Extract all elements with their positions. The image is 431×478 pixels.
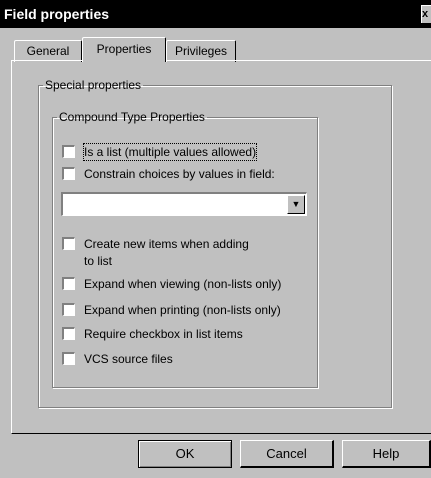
ok-button[interactable]: OK bbox=[138, 440, 232, 468]
compound-type-properties-label: Compound Type Properties bbox=[59, 110, 205, 124]
require-checkbox-checkbox[interactable] bbox=[62, 327, 75, 340]
cancel-button[interactable]: Cancel bbox=[240, 440, 334, 468]
special-properties-label: Special properties bbox=[45, 78, 142, 92]
is-a-list-label: Is a list (multiple values allowed) bbox=[82, 143, 258, 161]
create-new-items-label-line1: Create new items when adding bbox=[84, 237, 249, 251]
constrain-field-dropdown[interactable]: ▼ bbox=[61, 192, 307, 216]
expand-viewing-checkbox[interactable] bbox=[62, 277, 75, 290]
create-new-items-label-line2: to list bbox=[84, 254, 113, 268]
expand-printing-checkbox[interactable] bbox=[62, 303, 75, 316]
tab-general-label: General bbox=[26, 44, 70, 58]
is-a-list-checkbox[interactable] bbox=[62, 145, 75, 158]
vcs-source-files-checkbox[interactable] bbox=[62, 352, 75, 365]
button-bar: OK Cancel Help bbox=[0, 436, 431, 478]
title-bar: Field properties x bbox=[0, 0, 431, 28]
help-button[interactable]: Help bbox=[342, 440, 431, 468]
expand-viewing-label: Expand when viewing (non-lists only) bbox=[84, 277, 282, 291]
constrain-choices-label: Constrain choices by values in field: bbox=[84, 167, 275, 181]
create-new-items-label: Create new items when adding to list bbox=[84, 236, 249, 270]
require-checkbox-label: Require checkbox in list items bbox=[84, 327, 243, 341]
field-properties-dialog: Field properties x General Properties Pr… bbox=[0, 0, 431, 478]
close-button[interactable]: x bbox=[421, 5, 431, 23]
constrain-choices-checkbox[interactable] bbox=[62, 167, 75, 180]
tab-privileges[interactable]: Privileges bbox=[166, 40, 236, 62]
vcs-source-files-label: VCS source files bbox=[84, 352, 173, 366]
tab-properties[interactable]: Properties bbox=[82, 37, 166, 62]
create-new-items-checkbox[interactable] bbox=[62, 237, 75, 250]
dropdown-arrow-icon[interactable]: ▼ bbox=[287, 195, 305, 214]
tab-general[interactable]: General bbox=[14, 40, 82, 62]
tab-properties-label: Properties bbox=[96, 42, 152, 56]
dialog-title: Field properties bbox=[4, 6, 110, 22]
tab-privileges-label: Privileges bbox=[174, 44, 228, 58]
expand-printing-label: Expand when printing (non-lists only) bbox=[84, 303, 281, 317]
